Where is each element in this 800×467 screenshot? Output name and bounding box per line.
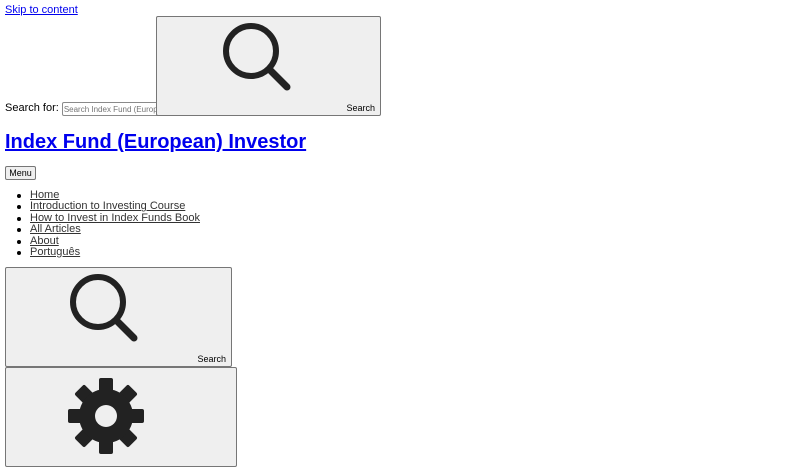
nav-item-portugues: Português [17,246,200,258]
search-toggle-label: Search [197,354,226,364]
nav-link-about[interactable]: About [30,235,59,247]
gear-icon [68,378,144,454]
search-input[interactable] [61,102,160,116]
nav-link-course[interactable]: Introduction to Investing Course [30,200,185,212]
search-submit-label: Search [346,103,375,113]
search-toggle-button[interactable]: Search [5,267,232,367]
site-title: Index Fund (European) Investor [5,130,306,154]
nav-link-portugues[interactable]: Português [30,246,80,258]
nav-link-book[interactable]: How to Invest in Index Funds Book [30,212,200,224]
site-title-link[interactable]: Index Fund (European) Investor [5,131,306,153]
search-icon [223,23,291,91]
menu-toggle-button[interactable]: Menu [5,166,36,180]
search-label: Search for: [5,102,59,114]
nav-link-all-articles[interactable]: All Articles [30,223,81,235]
settings-toggle-button[interactable] [5,367,237,467]
nav-link-home[interactable]: Home [30,189,59,201]
search-icon [70,274,138,342]
header-search-form: Search for: [5,16,160,116]
search-submit-button[interactable]: Search [156,16,381,116]
primary-nav: Home Introduction to Investing Course Ho… [17,189,200,258]
